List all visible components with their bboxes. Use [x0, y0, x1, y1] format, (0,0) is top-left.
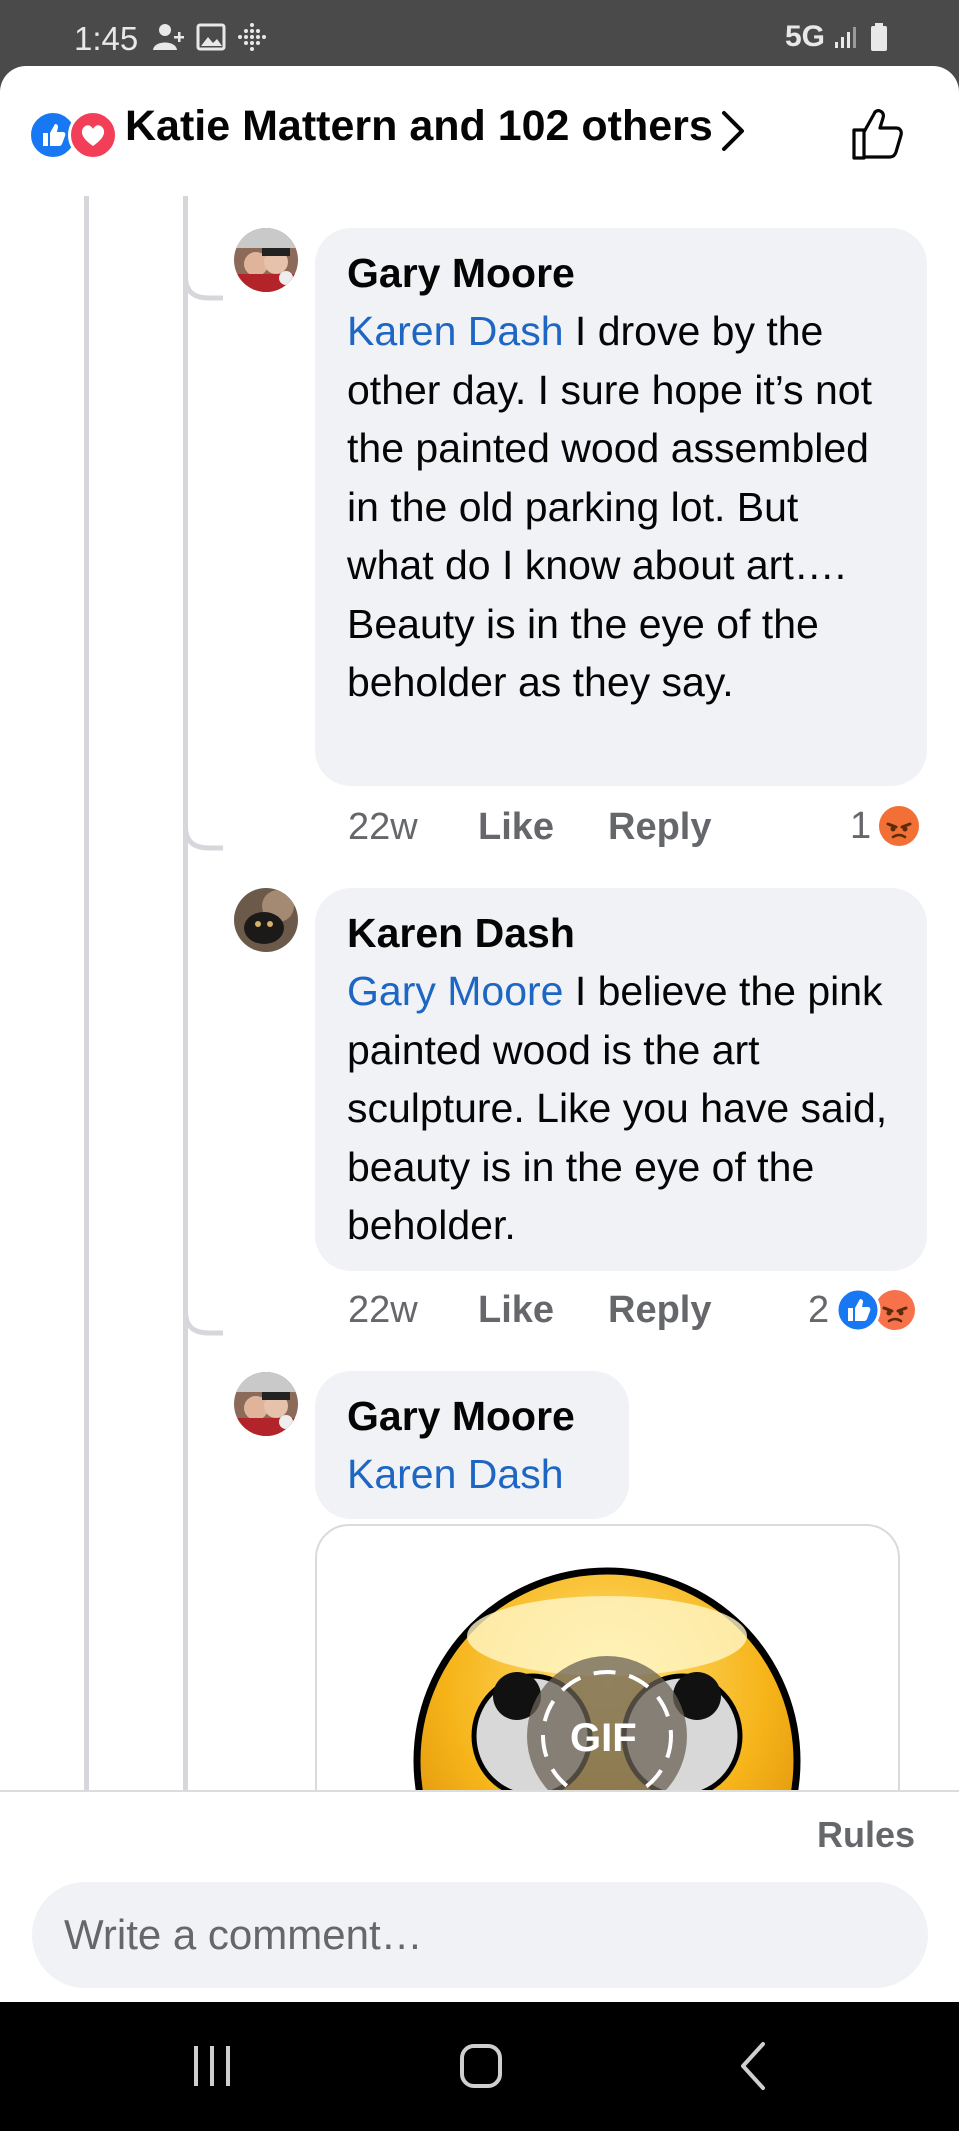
- reply-button[interactable]: Reply: [608, 1289, 711, 1332]
- comment-author[interactable]: Gary Moore: [347, 1387, 597, 1445]
- angry-icon: [879, 806, 920, 846]
- avatar[interactable]: [234, 228, 298, 292]
- reaction-summary: [28, 110, 118, 160]
- reply-button[interactable]: Reply: [608, 806, 711, 849]
- network-label: 5G: [784, 20, 825, 53]
- rules-link[interactable]: Rules: [817, 1814, 915, 1856]
- thread-line-outer: [84, 196, 89, 1790]
- reply-connector: [183, 1251, 223, 1336]
- comment-body: I drove by the other day. I sure hope it…: [347, 308, 872, 705]
- comment-text: Gary Moore I believe the pink painted wo…: [347, 962, 895, 1255]
- avatar[interactable]: [234, 1372, 298, 1436]
- like-button[interactable]: Like: [478, 806, 554, 849]
- reactions-title[interactable]: Katie Mattern and 102 others: [125, 102, 713, 151]
- thumbs-up-outline-icon[interactable]: [848, 104, 908, 164]
- gif-emoji-image: [413, 1567, 801, 1822]
- comment-input[interactable]: [32, 1882, 928, 1988]
- recent-apps-icon[interactable]: [190, 2038, 234, 2094]
- gif-attachment[interactable]: GIF: [315, 1524, 900, 1824]
- reply-connector: [183, 766, 223, 851]
- back-icon[interactable]: [735, 2038, 771, 2094]
- person-add-icon: [153, 24, 184, 50]
- love-icon: [68, 110, 118, 160]
- comment-actions: 22w Like Reply: [348, 806, 908, 854]
- comments-sheet: Katie Mattern and 102 others Gary Moore …: [0, 66, 959, 2002]
- mention-link[interactable]: Karen Dash: [347, 1451, 564, 1497]
- comment-bubble[interactable]: Karen Dash Gary Moore I believe the pink…: [315, 888, 927, 1271]
- mention-link[interactable]: Karen Dash: [347, 308, 564, 354]
- comment-author[interactable]: Karen Dash: [347, 904, 895, 962]
- like-button[interactable]: Like: [478, 1289, 554, 1332]
- status-bar: 1:45 5G: [0, 0, 959, 66]
- comment-text: Karen Dash: [347, 1445, 597, 1504]
- avatar[interactable]: [234, 888, 298, 952]
- comment-age[interactable]: 22w: [348, 1289, 418, 1332]
- reaction-count: 2: [808, 1288, 830, 1331]
- image-icon: [196, 23, 226, 51]
- thread-line-inner: [183, 196, 188, 1790]
- comment-author[interactable]: Gary Moore: [347, 244, 895, 302]
- like-icon: [835, 1287, 881, 1333]
- comment-bubble[interactable]: Gary Moore Karen Dash: [315, 1371, 629, 1519]
- status-icons: [152, 22, 268, 52]
- dots-grid-icon: [238, 23, 266, 51]
- chevron-right-icon[interactable]: [718, 109, 748, 153]
- battery-icon: [871, 23, 887, 51]
- status-right: 5G: [785, 20, 889, 54]
- status-time: 1:45: [74, 20, 139, 57]
- gif-badge[interactable]: GIF: [570, 1716, 637, 1761]
- comment-reactions[interactable]: 2: [808, 1287, 917, 1333]
- comment-text: Karen Dash I drove by the other day. I s…: [347, 302, 895, 712]
- signal-icon: [835, 27, 856, 48]
- comment-bubble[interactable]: Gary Moore Karen Dash I drove by the oth…: [315, 228, 927, 786]
- system-nav-bar: [0, 2002, 959, 2131]
- reaction-count: 1: [850, 804, 872, 847]
- home-icon[interactable]: [457, 2038, 505, 2094]
- comment-composer: Rules: [0, 1790, 959, 2002]
- comment-reactions[interactable]: 1: [850, 804, 921, 848]
- comment-age[interactable]: 22w: [348, 806, 418, 849]
- mention-link[interactable]: Gary Moore: [347, 968, 563, 1014]
- reactions-header[interactable]: Katie Mattern and 102 others: [0, 66, 959, 196]
